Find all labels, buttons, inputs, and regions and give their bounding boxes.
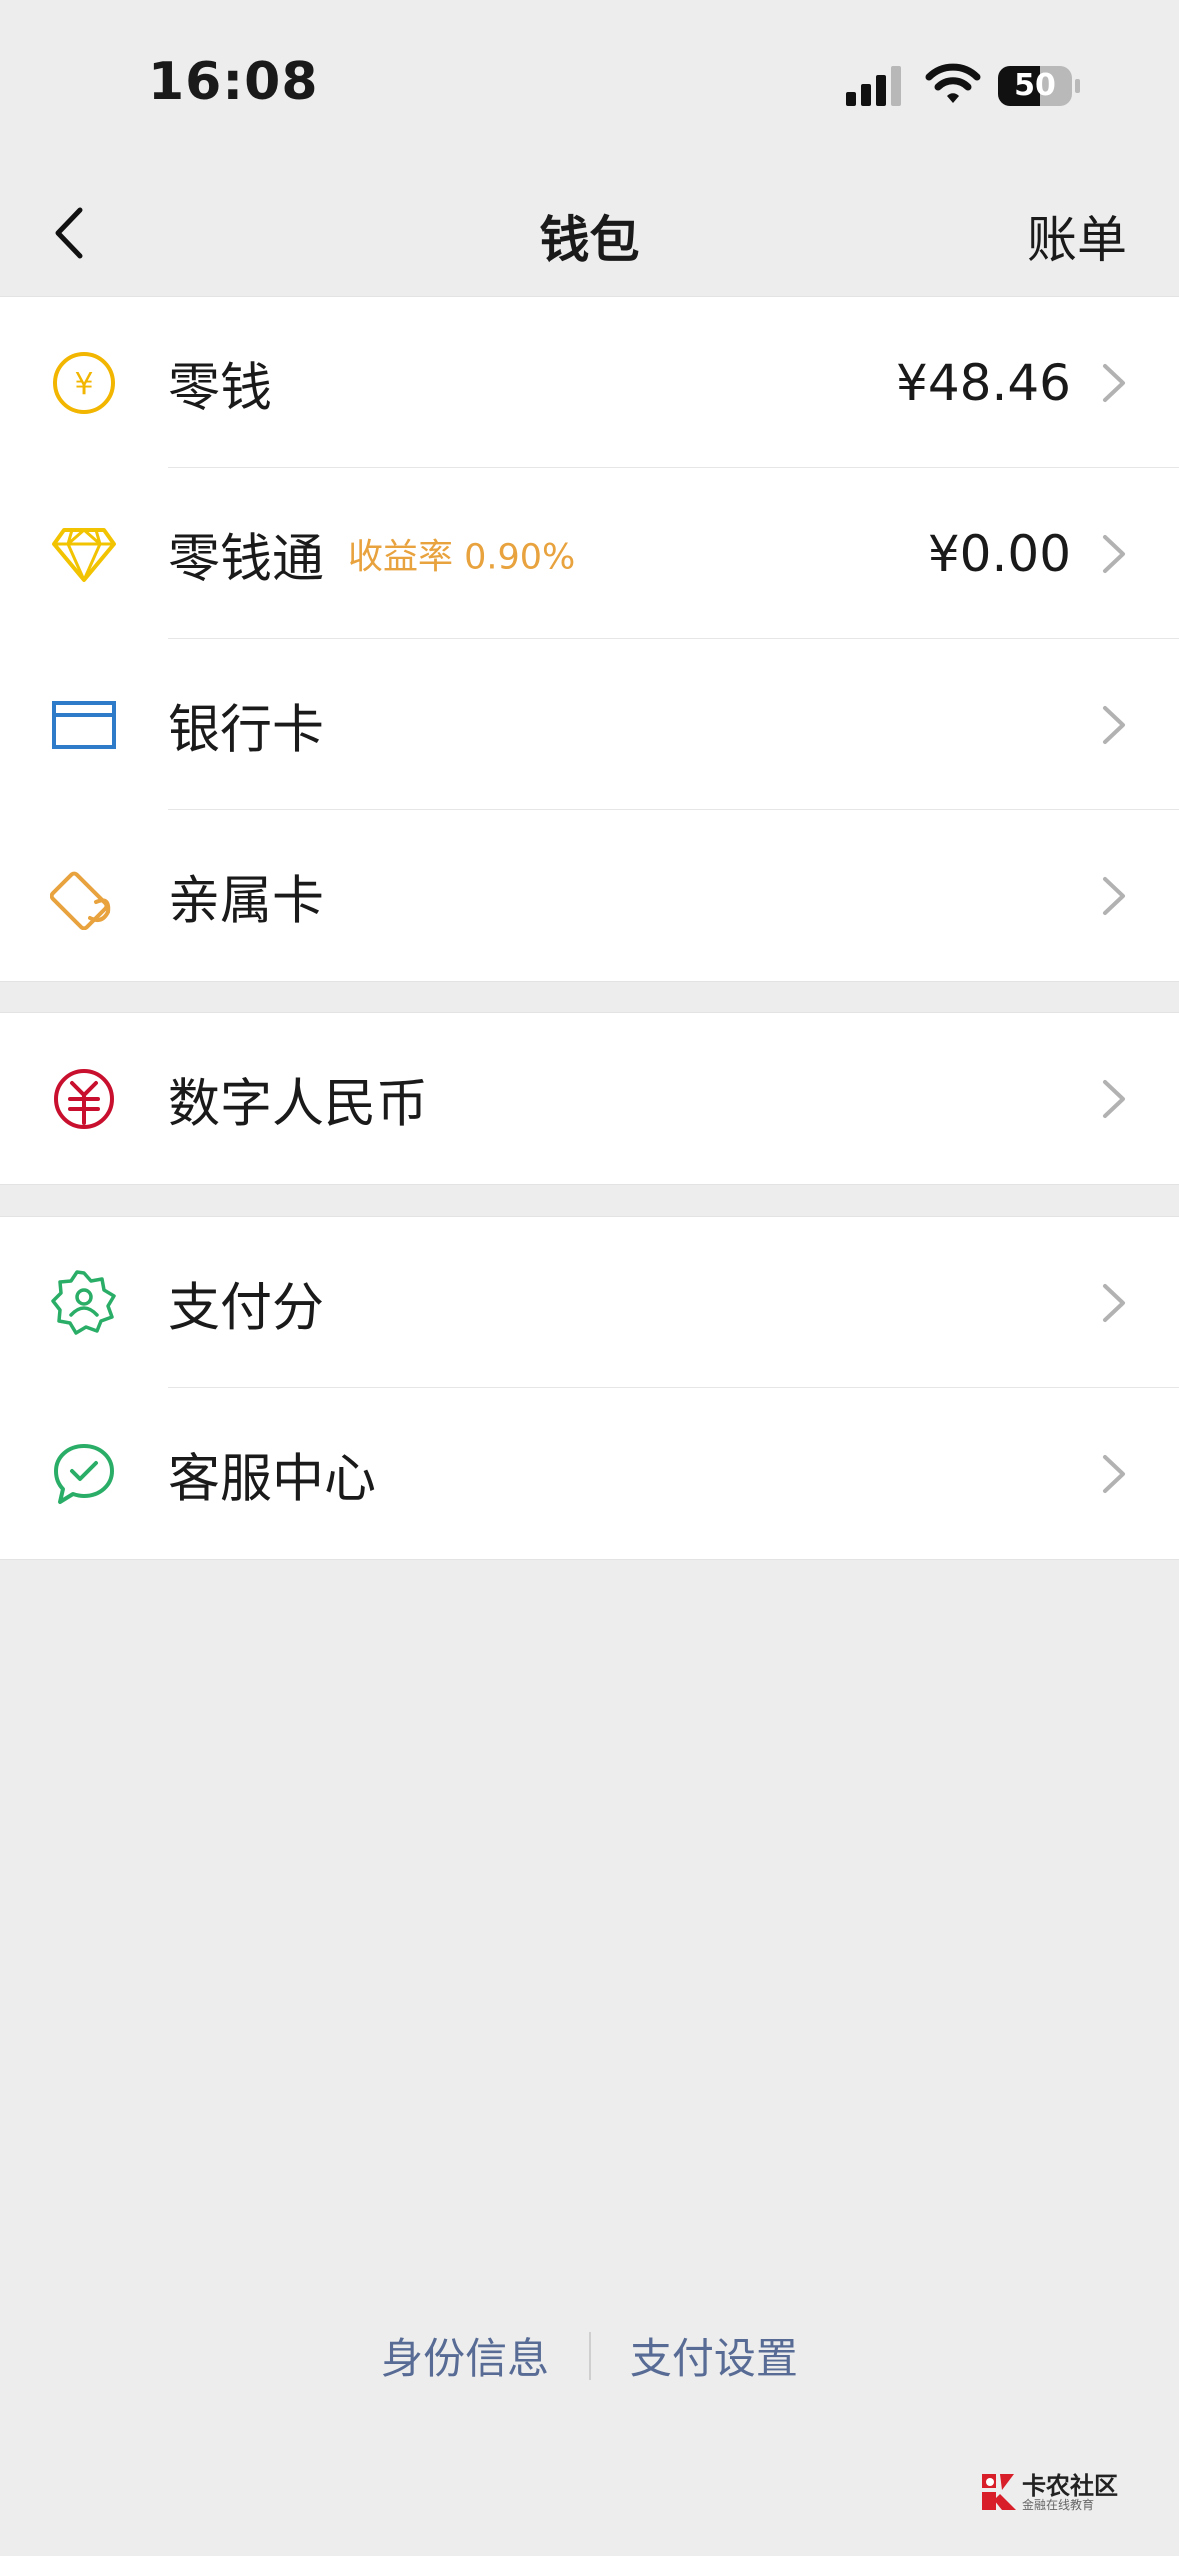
row-family-card[interactable]: 亲属卡	[0, 810, 1179, 981]
chevron-right-icon	[1103, 876, 1125, 915]
svg-text:¥: ¥	[74, 367, 93, 402]
cellular-signal-icon	[846, 66, 901, 106]
row-label: 银行卡	[168, 700, 325, 760]
row-label: 数字人民币	[168, 1074, 429, 1134]
chevron-right-icon	[1103, 1283, 1125, 1322]
battery-level: 50	[1014, 68, 1056, 103]
bill-button[interactable]: 账单	[1027, 200, 1127, 272]
pay-score-icon	[51, 1269, 116, 1335]
wifi-icon	[925, 63, 981, 103]
watermark: 卡农社区 金融在线教育	[978, 2466, 1120, 2518]
yuan-coin-icon: ¥	[53, 351, 115, 414]
family-card-icon	[50, 871, 111, 930]
battery-icon: 50	[998, 64, 1082, 108]
row-label: 客服中心	[168, 1449, 377, 1509]
row-customer-service[interactable]: 客服中心	[0, 1388, 1179, 1559]
row-bank-card[interactable]: 银行卡	[0, 639, 1179, 810]
digital-rmb-icon	[54, 1068, 114, 1129]
wallet-group-services: 支付分 客服中心	[0, 1216, 1179, 1560]
chevron-right-icon	[1103, 534, 1125, 573]
row-pay-score[interactable]: 支付分	[0, 1217, 1179, 1388]
wallet-group-digital: 数字人民币	[0, 1012, 1179, 1185]
chevron-right-icon	[1103, 363, 1125, 402]
watermark-logo-icon	[982, 2474, 1016, 2510]
yield-rate-tag: 收益率 0.90%	[348, 537, 576, 577]
chevron-right-icon	[1103, 705, 1125, 744]
row-change[interactable]: ¥ 零钱 ¥48.46	[0, 297, 1179, 468]
footer-links: 身份信息 支付设置	[0, 2325, 1179, 2386]
nav-bar: 钱包 账单	[0, 170, 1179, 296]
bank-card-icon	[52, 700, 116, 749]
payment-settings-link[interactable]: 支付设置	[630, 2325, 798, 2386]
row-change-pass[interactable]: 零钱通 收益率 0.90% ¥0.00	[0, 468, 1179, 639]
chevron-right-icon	[1103, 1079, 1125, 1118]
chevron-right-icon	[1103, 1454, 1125, 1493]
footer-separator	[588, 2331, 591, 2380]
row-label: 支付分	[168, 1278, 325, 1338]
balance-value: ¥0.00	[927, 524, 1071, 583]
row-label: 亲属卡	[168, 871, 325, 931]
row-digital-rmb[interactable]: 数字人民币	[0, 1013, 1179, 1184]
status-time: 16:08	[148, 52, 319, 112]
balance-value: ¥48.46	[896, 353, 1071, 412]
row-label: 零钱通	[168, 529, 325, 589]
identity-info-link[interactable]: 身份信息	[381, 2325, 549, 2386]
page-title: 钱包	[539, 211, 640, 269]
diamond-icon	[52, 527, 116, 582]
customer-service-icon	[54, 1443, 114, 1504]
status-bar: 16:08 50	[0, 0, 1179, 170]
wallet-group-main: ¥ 零钱 ¥48.46 零钱通 收益率 0.90% ¥0.00 银行卡 亲属卡	[0, 296, 1179, 982]
watermark-slogan: 金融在线教育	[1022, 2498, 1095, 2512]
row-label: 零钱	[168, 358, 273, 418]
